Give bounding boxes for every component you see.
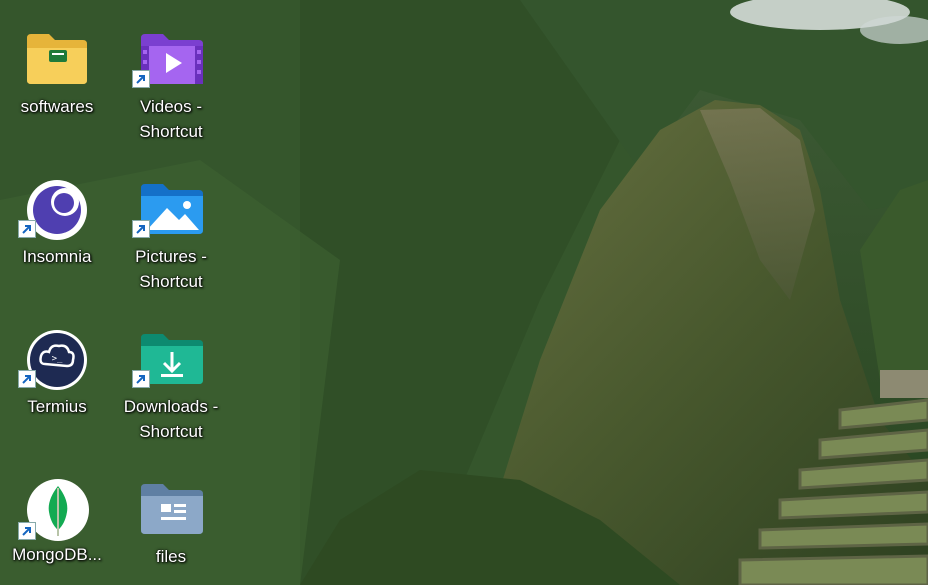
desktop-icon-pictures-shortcut[interactable]: Pictures - Shortcut <box>115 178 227 294</box>
desktop-icon-label: Videos - Shortcut <box>139 97 203 141</box>
svg-text:>_: >_ <box>52 354 63 364</box>
desktop-icon-mongodb[interactable]: MongoDB... <box>1 476 113 567</box>
folder-icon <box>27 34 87 84</box>
shortcut-arrow-icon <box>18 220 36 238</box>
desktop-icon-label: Pictures - Shortcut <box>135 247 207 291</box>
desktop-icon-files[interactable]: files <box>115 478 227 569</box>
shortcut-arrow-icon <box>18 522 36 540</box>
files-folder-icon <box>141 484 203 534</box>
shortcut-arrow-icon <box>132 220 150 238</box>
desktop-icon-insomnia[interactable]: Insomnia <box>1 178 113 269</box>
desktop-icon-softwares[interactable]: softwares <box>1 28 113 119</box>
desktop-icon-termius[interactable]: >_ Termius <box>1 328 113 419</box>
shortcut-arrow-icon <box>132 370 150 388</box>
shortcut-arrow-icon <box>132 70 150 88</box>
desktop-icon-downloads-shortcut[interactable]: Downloads - Shortcut <box>115 328 227 444</box>
desktop-icon-label: Downloads - Shortcut <box>123 397 219 441</box>
desktop-icon-videos-shortcut[interactable]: Videos - Shortcut <box>115 28 227 144</box>
shortcut-arrow-icon <box>18 370 36 388</box>
